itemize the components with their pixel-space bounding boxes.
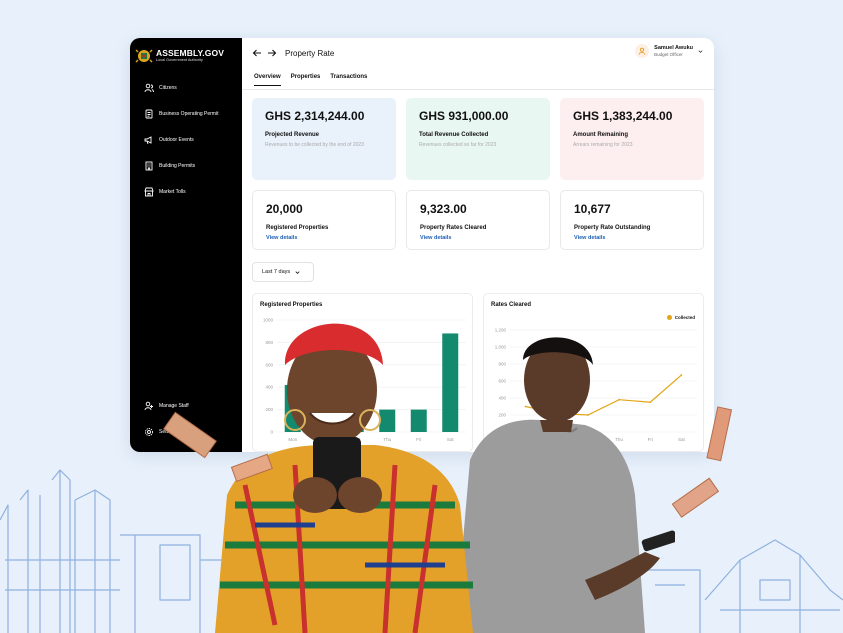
card-note: Arrears remaining for 2023: [573, 142, 633, 148]
banknote-icon: [163, 411, 217, 459]
card-label: Total Revenue Collected: [419, 132, 489, 138]
banknote-icon: [230, 453, 273, 483]
brand-tagline: Local Government Authority: [156, 58, 203, 63]
chevron-down-icon: [698, 49, 703, 53]
date-range-value: Last 7 days: [262, 269, 291, 275]
users-icon: [144, 83, 154, 93]
forward-arrow-icon[interactable]: [267, 48, 277, 58]
brand-name: ASSEMBLY.GOV: [156, 47, 224, 58]
back-arrow-icon[interactable]: [252, 48, 262, 58]
sidebar-item-business-permit[interactable]: Business Operating Permit: [144, 109, 218, 119]
projected-revenue-card: GHS 2,314,244.00 Projected Revenue Reven…: [252, 98, 396, 180]
registered-properties-card: 20,000 Registered Properties View detail…: [252, 190, 396, 250]
data-point: [680, 374, 683, 376]
card-value: 10,677: [574, 202, 611, 216]
card-label: Property Rates Cleared: [420, 225, 487, 231]
man-with-phone-photo: [455, 337, 675, 633]
tab-bar: Overview Properties Transactions: [254, 74, 377, 86]
sidebar-item-market-tolls[interactable]: Market Tolls: [144, 187, 186, 197]
top-bar: Property Rate Samuel Awuku Budget Office…: [242, 38, 714, 71]
card-amount: GHS 1,383,244.00: [573, 109, 673, 123]
sidebar-item-label: Outdoor Events: [159, 137, 194, 143]
page-title: Property Rate: [285, 49, 335, 58]
tab-overview[interactable]: Overview: [254, 74, 281, 86]
coat-of-arms-icon: [135, 49, 153, 63]
x-tick-label: Sat: [678, 437, 686, 442]
revenue-collected-card: GHS 931,000.00 Total Revenue Collected R…: [406, 98, 550, 180]
view-details-link[interactable]: View details: [266, 235, 297, 241]
sidebar-item-outdoor-events[interactable]: Outdoor Events: [144, 135, 194, 145]
card-amount: GHS 931,000.00: [419, 109, 509, 123]
view-details-link[interactable]: View details: [574, 235, 605, 241]
sidebar-item-label: Business Operating Permit: [159, 111, 219, 117]
card-note: Revenues to be collected by the end of 2…: [265, 142, 364, 148]
card-note: Revenues collected so far for 2023: [419, 142, 497, 148]
gear-icon: [145, 428, 153, 436]
staff-icon: [144, 401, 153, 411]
amount-remaining-card: GHS 1,383,244.00 Amount Remaining Arrear…: [560, 98, 704, 180]
megaphone-icon: [144, 136, 152, 145]
sidebar-item-label: Market Tolls: [159, 189, 186, 195]
tab-transactions[interactable]: Transactions: [330, 74, 367, 86]
card-label: Registered Properties: [266, 225, 329, 231]
tab-properties[interactable]: Properties: [291, 74, 321, 86]
user-role: Budget Officer: [654, 52, 683, 57]
card-label: Projected Revenue: [265, 132, 320, 138]
sidebar-item-label: Citizens: [159, 85, 177, 91]
sidebar-item-label: Building Permits: [159, 163, 196, 169]
banknote-icon: [706, 406, 733, 462]
avatar: [635, 44, 650, 58]
brand-logo[interactable]: ASSEMBLY.GOV Local Government Authority: [135, 47, 224, 65]
sidebar-item-label: Manage Staff: [159, 403, 189, 409]
store-icon: [144, 187, 154, 197]
card-amount: GHS 2,314,244.00: [265, 109, 365, 123]
view-details-link[interactable]: View details: [420, 235, 451, 241]
card-value: 9,323.00: [420, 202, 467, 216]
card-label: Property Rate Outstanding: [574, 225, 651, 231]
user-icon: [638, 47, 646, 55]
sidebar-item-building-permits[interactable]: Building Permits: [144, 161, 195, 171]
banknote-icon: [671, 477, 720, 518]
chevron-down-icon: [295, 270, 300, 274]
building-icon: [145, 161, 153, 171]
date-range-dropdown[interactable]: Last 7 days: [252, 262, 314, 282]
user-name: Samuel Awuku: [654, 45, 693, 51]
card-label: Amount Remaining: [573, 132, 628, 138]
tab-divider: [242, 89, 714, 90]
rates-cleared-card: 9,323.00 Property Rates Cleared View det…: [406, 190, 550, 250]
rate-outstanding-card: 10,677 Property Rate Outstanding View de…: [560, 190, 704, 250]
user-menu[interactable]: Samuel Awuku Budget Officer: [635, 44, 704, 58]
card-value: 20,000: [266, 202, 303, 216]
sidebar-item-citizens[interactable]: Citizens: [144, 83, 177, 93]
document-icon: [145, 109, 153, 119]
